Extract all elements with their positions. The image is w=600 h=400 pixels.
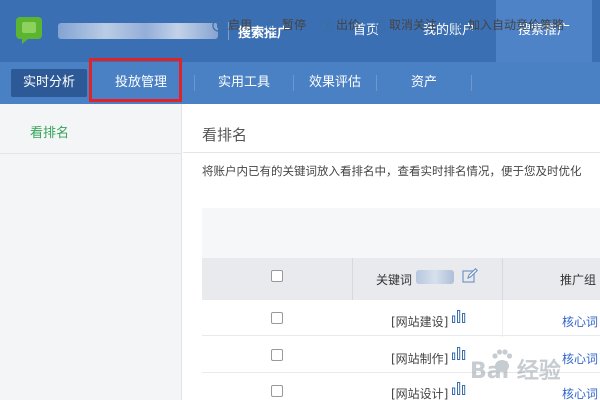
logo-icon[interactable] bbox=[14, 15, 44, 45]
page-title: 看排名 bbox=[202, 126, 248, 144]
ranking-chart-icon[interactable] bbox=[452, 347, 466, 360]
edit-icon[interactable] bbox=[462, 268, 478, 284]
sidebar-item-view-ranking[interactable]: 看排名 bbox=[0, 114, 181, 154]
subnav-effect-evaluation[interactable]: 效果评估 bbox=[294, 62, 376, 104]
highlight-annotation-box bbox=[89, 58, 182, 102]
unfollow-label: 取消关注 bbox=[389, 18, 438, 32]
row-checkbox[interactable] bbox=[271, 349, 283, 361]
row-checkbox[interactable] bbox=[271, 385, 283, 397]
yen-circle-icon bbox=[320, 19, 333, 32]
auto-bid-strategy-label: 加入自动竞价策略 bbox=[468, 18, 565, 32]
subnav-realtime-analysis[interactable]: 实时分析 bbox=[11, 69, 87, 97]
page-description: 将账户内已有的关键词放入看排名中，查看实时排名情况，便于您及时优化 bbox=[202, 164, 582, 178]
column-divider bbox=[502, 258, 503, 300]
keyword-cell: [网站制作] bbox=[391, 352, 449, 366]
account-name-blurred bbox=[58, 23, 218, 39]
ranking-chart-icon[interactable] bbox=[452, 310, 466, 323]
column-divider bbox=[352, 258, 353, 300]
unfollow-button[interactable]: 取消关注 bbox=[374, 17, 437, 33]
sidebar: 看排名 bbox=[0, 104, 182, 400]
column-header-ad-group: 推广组 bbox=[560, 273, 597, 287]
pause-button[interactable]: 暂停 bbox=[266, 17, 306, 33]
keyword-cell: [网站建设] bbox=[391, 315, 449, 329]
ad-group-link[interactable]: 核心词 bbox=[562, 313, 598, 330]
bid-button[interactable]: 出价 bbox=[320, 17, 360, 33]
enable-label: 启用 bbox=[228, 18, 253, 32]
unfollow-icon bbox=[374, 19, 386, 32]
baidu-jingyan-watermark: Bai 经验 bbox=[470, 349, 561, 384]
auto-bid-strategy-button[interactable]: 加入自动竞价策略 bbox=[452, 17, 564, 33]
action-toolbar bbox=[202, 208, 600, 258]
row-checkbox[interactable] bbox=[271, 312, 283, 324]
subnav-divider bbox=[471, 75, 472, 91]
keyword-cell: [网站设计] bbox=[391, 387, 449, 400]
bid-label: 出价 bbox=[336, 18, 361, 32]
column-header-keyword: 关键词 bbox=[376, 273, 413, 287]
watermark-text: Bai 经验 bbox=[470, 358, 561, 384]
subnav-assets[interactable]: 资产 bbox=[377, 62, 471, 104]
title-divider bbox=[183, 152, 600, 153]
subnav-practical-tools[interactable]: 实用工具 bbox=[195, 62, 293, 104]
pause-circle-icon bbox=[266, 19, 279, 32]
ranking-chart-icon[interactable] bbox=[452, 382, 466, 395]
pause-label: 暂停 bbox=[282, 18, 307, 32]
play-circle-icon bbox=[212, 19, 225, 32]
keyword-count-blurred bbox=[416, 270, 454, 284]
bar-chart-icon bbox=[452, 20, 464, 32]
select-all-checkbox[interactable] bbox=[271, 270, 283, 282]
enable-button[interactable]: 启用 bbox=[212, 17, 252, 33]
